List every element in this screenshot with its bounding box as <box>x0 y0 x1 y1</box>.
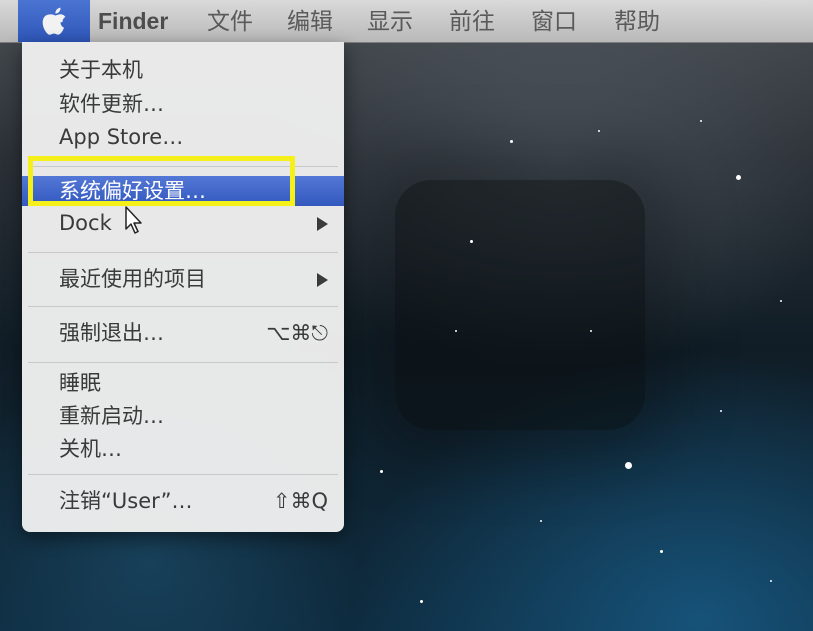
menu-item-recent-items[interactable]: 最近使用的项目 <box>22 264 344 294</box>
mouse-cursor-icon <box>125 206 142 234</box>
menu-item-label: 睡眠 <box>59 371 101 395</box>
menu-item-label: Dock <box>59 211 112 235</box>
star <box>770 580 772 582</box>
submenu-arrow-icon <box>317 217 328 231</box>
menu-item-label: 注销“User”… <box>59 489 193 513</box>
menu-separator <box>28 252 338 253</box>
star <box>590 330 592 332</box>
menu-item-log-out[interactable]: 注销“User”… ⇧⌘Q <box>22 486 344 516</box>
apple-menu-dropdown: 关于本机 软件更新… App Store… 系统偏好设置… Dock 最近使用的… <box>22 42 344 532</box>
menu-item-app-store[interactable]: App Store… <box>22 122 344 152</box>
menu-item-label: 关于本机 <box>59 58 143 82</box>
menu-item-label: App Store… <box>59 125 184 149</box>
star <box>540 520 542 522</box>
screen-reflection <box>395 180 645 430</box>
star <box>700 120 702 122</box>
menu-item-label: 重新启动… <box>59 404 164 428</box>
submenu-arrow-icon <box>317 273 328 287</box>
star <box>625 462 632 469</box>
menu-help[interactable]: 帮助 <box>614 7 660 35</box>
menu-item-restart[interactable]: 重新启动… <box>22 401 344 431</box>
menu-item-shortcut: ⇧⌘Q <box>272 489 328 513</box>
menu-item-dock[interactable]: Dock <box>22 208 344 238</box>
star <box>470 240 473 243</box>
star <box>380 470 383 473</box>
menu-window[interactable]: 窗口 <box>531 7 577 35</box>
menu-item-label: 关机… <box>59 437 122 461</box>
menu-bar: Finder 文件 编辑 显示 前往 窗口 帮助 <box>0 0 813 43</box>
menu-item-shortcut: ⌥⌘⎋ <box>266 321 328 345</box>
menu-go[interactable]: 前往 <box>449 7 495 35</box>
menu-item-sleep[interactable]: 睡眠 <box>22 368 344 398</box>
star <box>598 130 600 132</box>
menu-view[interactable]: 显示 <box>367 7 413 35</box>
apple-logo-icon <box>42 7 66 35</box>
star <box>780 300 782 302</box>
star <box>510 140 513 143</box>
menu-separator <box>28 306 338 307</box>
menu-file[interactable]: 文件 <box>207 7 253 35</box>
menu-item-label: 强制退出… <box>59 321 164 345</box>
menu-item-shut-down[interactable]: 关机… <box>22 434 344 464</box>
apple-menu-button[interactable] <box>18 0 90 42</box>
menu-finder[interactable]: Finder <box>98 7 168 35</box>
menu-item-software-update[interactable]: 软件更新… <box>22 89 344 119</box>
star <box>420 600 423 603</box>
star <box>736 175 741 180</box>
menu-item-about-this-mac[interactable]: 关于本机 <box>22 55 344 85</box>
annotation-highlight-box <box>28 156 295 206</box>
menu-item-label: 软件更新… <box>59 92 164 116</box>
menu-item-force-quit[interactable]: 强制退出… ⌥⌘⎋ <box>22 318 344 348</box>
menu-separator <box>28 474 338 475</box>
star <box>720 410 722 412</box>
menu-edit[interactable]: 编辑 <box>287 7 333 35</box>
menu-item-label: 最近使用的项目 <box>59 267 206 291</box>
star <box>455 330 457 332</box>
star <box>660 550 663 553</box>
menu-separator <box>28 362 338 363</box>
